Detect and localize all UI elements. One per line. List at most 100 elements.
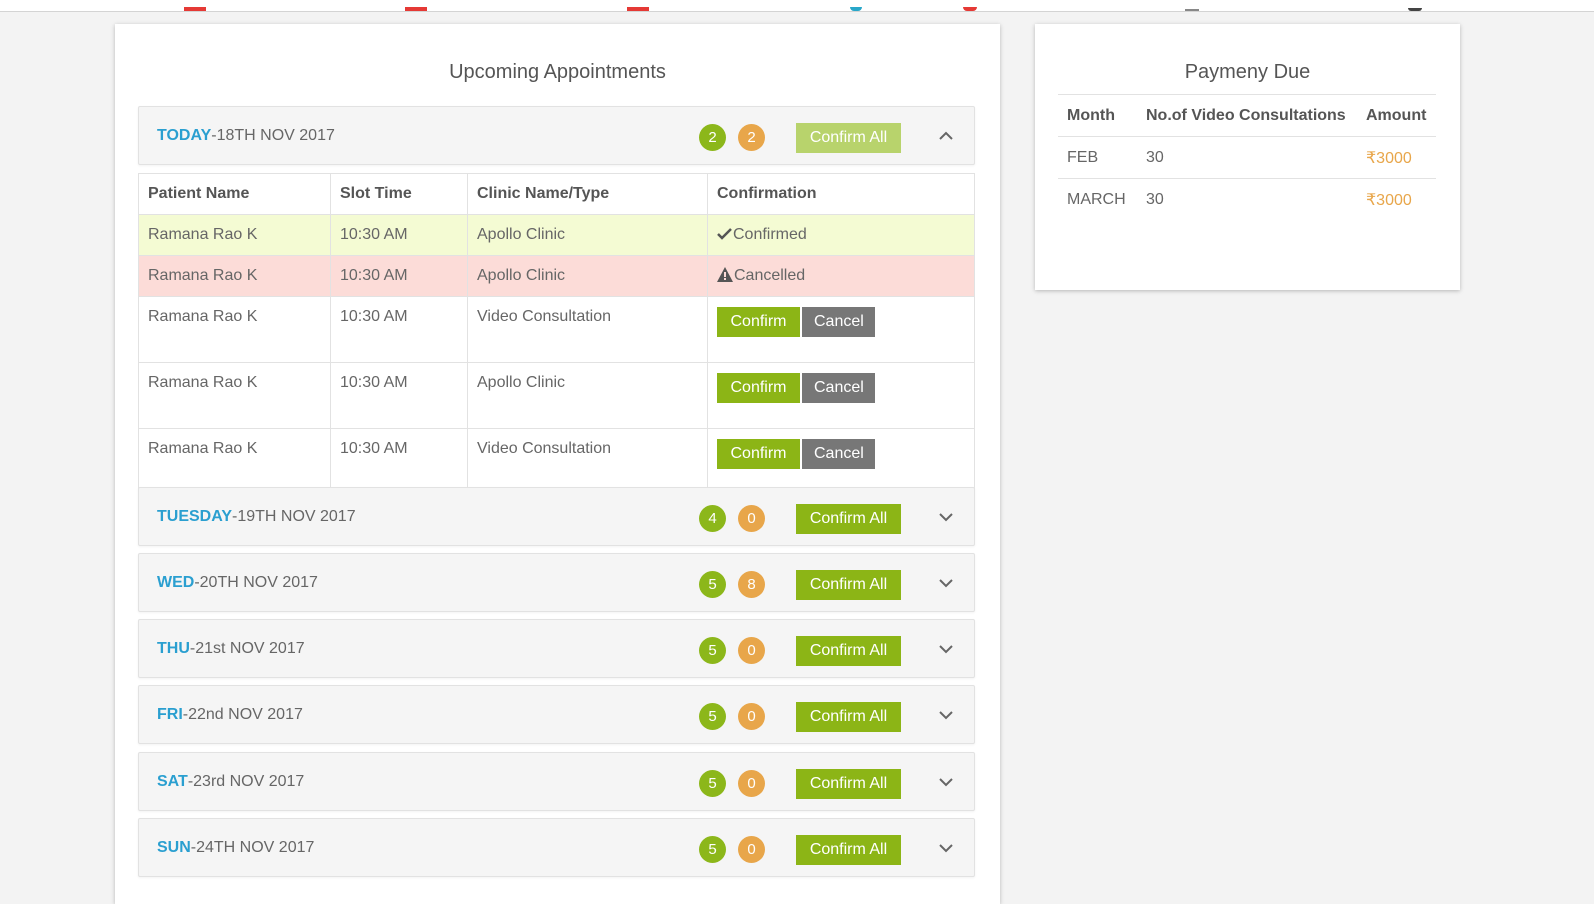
confirm-button[interactable]: Confirm [717,373,800,403]
day-name: TODAY [157,127,212,144]
day-panel-wed[interactable]: WED-20TH NOV 2017 5 8 Confirm All [138,553,975,612]
table-row: Ramana Rao K 10:30 AM Apollo Clinic Canc… [138,255,975,297]
chevron-down-icon[interactable] [938,840,954,856]
payment-table: Month No.of Video Consultations Amount F… [1058,94,1436,220]
chevron-down-icon[interactable] [938,707,954,723]
table-row: Ramana Rao K 10:30 AM Apollo Clinic Conf… [138,362,975,429]
slot-time: 10:30 AM [330,214,468,256]
confirm-all-button[interactable]: Confirm All [796,636,901,666]
patient-name: Ramana Rao K [138,296,331,363]
day-label: WED-20TH NOV 2017 [157,554,318,611]
pending-count-badge: 0 [738,505,765,532]
day-date: -18TH NOV 2017 [211,127,335,144]
pending-count-badge: 8 [738,571,765,598]
day-name: FRI [157,706,183,723]
pending-count-badge: 0 [738,703,765,730]
nav-icon-7[interactable] [1408,8,1422,11]
column-header: Patient Name [138,173,331,215]
column-header: Clinic Name/Type [467,173,708,215]
confirm-button[interactable]: Confirm [717,307,800,337]
status-text: Cancelled [734,267,806,284]
top-navigation-bar [0,0,1594,12]
day-panel-thu[interactable]: THU-21st NOV 2017 5 0 Confirm All [138,619,975,678]
day-label: SAT-23rd NOV 2017 [157,753,304,810]
confirmed-count-badge: 4 [699,505,726,532]
chevron-down-icon[interactable] [938,575,954,591]
day-date: -19TH NOV 2017 [231,508,356,525]
confirm-all-button[interactable]: Confirm All [796,570,901,600]
confirm-all-button[interactable]: Confirm All [796,835,901,865]
column-header: Confirmation [707,173,975,215]
confirm-all-button[interactable]: Confirm All [796,504,901,534]
day-name: TUESDAY [157,508,232,525]
clinic-name: Video Consultation [467,296,708,363]
day-panel-sun[interactable]: SUN-24TH NOV 2017 5 0 Confirm All [138,818,975,877]
table-row: Ramana Rao K 10:30 AM Apollo Clinic Conf… [138,214,975,256]
day-name: SUN [157,839,191,856]
slot-time: 10:30 AM [330,428,468,495]
cancel-button[interactable]: Cancel [802,373,875,403]
slot-time: 10:30 AM [330,296,468,363]
nav-icon-3[interactable] [627,7,649,11]
nav-icon-1[interactable] [184,7,206,11]
day-label: SUN-24TH NOV 2017 [157,819,314,876]
pending-count-badge: 2 [738,124,765,151]
month: FEB [1058,136,1137,179]
nav-icon-4[interactable] [850,7,862,11]
confirmation-actions: Confirm Cancel [707,296,975,363]
day-name: WED [157,574,195,591]
clinic-name: Video Consultation [467,428,708,495]
table-row: Ramana Rao K 10:30 AM Video Consultation… [138,296,975,363]
day-label: FRI-22nd NOV 2017 [157,686,303,743]
confirmed-count-badge: 5 [699,836,726,863]
warning-icon [717,267,733,282]
clinic-name: Apollo Clinic [467,362,708,429]
confirm-button[interactable]: Confirm [717,439,800,469]
confirmation-actions: Confirm Cancel [707,428,975,495]
day-name: THU [157,640,190,657]
confirm-all-button[interactable]: Confirm All [796,769,901,799]
patient-name: Ramana Rao K [138,428,331,495]
pending-count-badge: 0 [738,836,765,863]
chevron-down-icon[interactable] [938,509,954,525]
appointments-title: Upcoming Appointments [449,61,666,83]
confirmation-status: Cancelled [707,255,975,297]
day-panel-today[interactable]: TODAY-18TH NOV 2017 2 2 Confirm All [138,106,975,165]
nav-icon-6[interactable] [1185,9,1199,11]
chevron-up-icon[interactable] [938,128,954,144]
day-panel-tuesday[interactable]: TUESDAY-19TH NOV 2017 4 0 Confirm All [138,487,975,546]
confirm-all-button[interactable]: Confirm All [796,702,901,732]
column-header: Slot Time [330,173,468,215]
chevron-down-icon[interactable] [938,641,954,657]
status-text: Confirmed [733,226,807,243]
today-appointments-table: Patient Name Slot Time Clinic Name/Type … [138,173,975,495]
day-panel-sat[interactable]: SAT-23rd NOV 2017 5 0 Confirm All [138,752,975,811]
cancel-button[interactable]: Cancel [802,307,875,337]
slot-time: 10:30 AM [330,255,468,297]
day-date: -24TH NOV 2017 [190,839,315,856]
month: MARCH [1067,190,1126,208]
column-header: Amount [1357,94,1436,137]
day-panel-fri[interactable]: FRI-22nd NOV 2017 5 0 Confirm All [138,685,975,744]
confirmation-status: Confirmed [707,214,975,256]
upcoming-appointments-card: Upcoming Appointments TODAY-18TH NOV 201… [115,24,1000,904]
confirmed-count-badge: 5 [699,770,726,797]
confirmed-count-badge: 5 [699,703,726,730]
cancel-button[interactable]: Cancel [802,439,875,469]
confirm-all-button[interactable]: Confirm All [796,123,901,153]
patient-name: Ramana Rao K [138,214,331,256]
table-row: MARCH 30 ₹3000 [1058,179,1436,221]
day-label: THU-21st NOV 2017 [157,620,305,677]
day-date: -21st NOV 2017 [189,640,305,657]
nav-icon-5[interactable] [963,7,977,11]
table-row: FEB 30 ₹3000 [1058,136,1436,179]
confirmed-count-badge: 2 [699,124,726,151]
day-date: -22nd NOV 2017 [182,706,303,723]
column-header: Month [1058,94,1137,137]
nav-icon-2[interactable] [405,7,427,11]
patient-name: Ramana Rao K [138,362,331,429]
chevron-down-icon[interactable] [938,774,954,790]
clinic-name: Apollo Clinic [467,214,708,256]
pending-count-badge: 0 [738,637,765,664]
payment-due-card: Paymeny Due Month No.of Video Consultati… [1035,24,1460,290]
